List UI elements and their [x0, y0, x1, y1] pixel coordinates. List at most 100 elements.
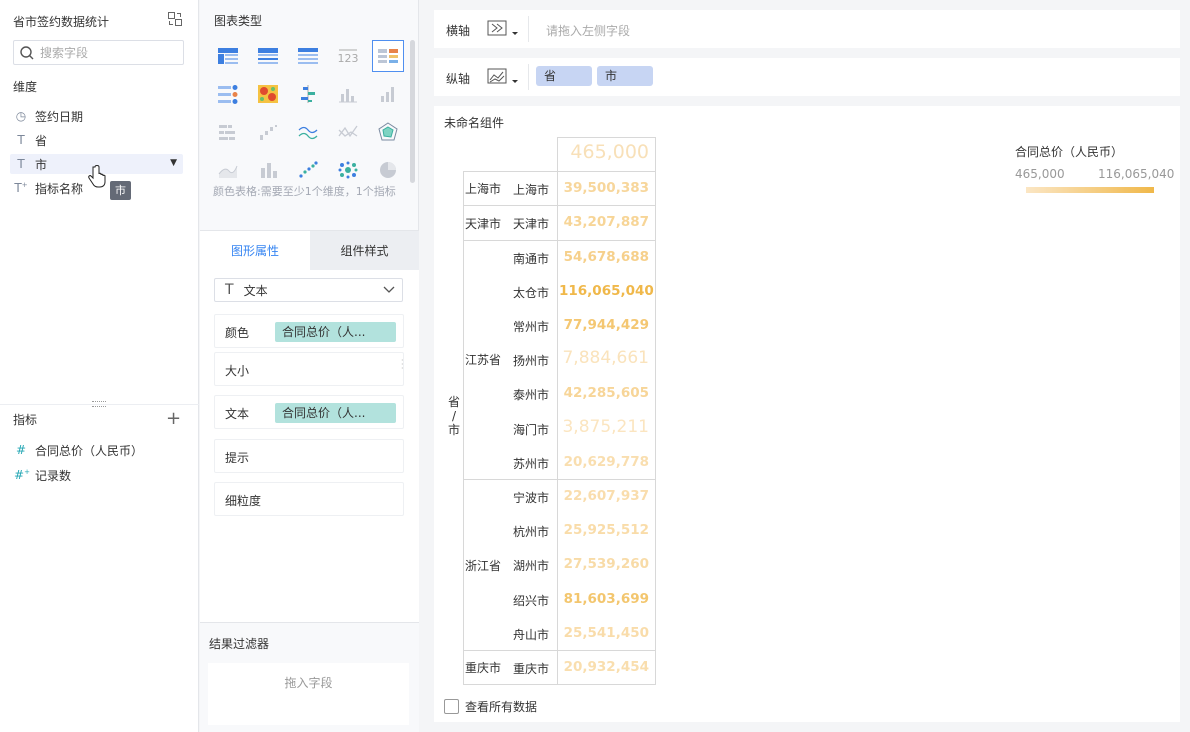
field-province[interactable]: T 省: [10, 130, 183, 150]
table-bottom-border: [463, 684, 655, 686]
prop-granularity[interactable]: 细粒度: [214, 482, 404, 516]
table-value-cell[interactable]: 25,925,512: [559, 522, 649, 538]
text-type-icon: T: [17, 133, 25, 147]
city-label[interactable]: 湖州市: [513, 557, 549, 574]
table-value-cell[interactable]: 43,207,887: [559, 214, 649, 230]
prop-text[interactable]: 文本 合同总价（人...: [214, 395, 404, 429]
city-label[interactable]: 舟山市: [513, 626, 549, 643]
city-label[interactable]: 宁波市: [513, 489, 549, 506]
x-axis-shelf[interactable]: 横轴 请拖入左侧字段: [434, 10, 1180, 48]
waterfall-icon: [260, 125, 277, 140]
prop-size[interactable]: 大小: [214, 352, 404, 386]
hash-icon: #: [15, 443, 27, 457]
x-axis-placeholder: 请拖入左侧字段: [546, 24, 631, 38]
dropdown-caret-icon[interactable]: ▼: [170, 158, 177, 168]
search-input[interactable]: [40, 44, 180, 62]
chart-type-area[interactable]: [212, 154, 244, 186]
chart-type-color-table[interactable]: [372, 40, 404, 72]
field-record-count[interactable]: #+ 记录数: [10, 465, 183, 485]
view-all-data[interactable]: 查看所有数据: [444, 698, 537, 715]
table-value-separator: [557, 137, 558, 686]
chart-type-cross-table[interactable]: [252, 40, 284, 72]
mark-type-value: 文本: [243, 283, 268, 298]
field-contract-price[interactable]: # 合同总价（人民币）: [10, 440, 183, 460]
dimension-section-label: 维度: [13, 80, 38, 94]
city-label[interactable]: 扬州市: [513, 352, 549, 369]
x-axis-sort-icon[interactable]: [486, 19, 522, 39]
chart-type-heatmap[interactable]: [252, 78, 284, 110]
chart-type-multi-line[interactable]: [332, 116, 364, 148]
prop-color[interactable]: 颜色 合同总价（人...: [214, 314, 404, 348]
table-value-cell[interactable]: 25,541,450: [559, 625, 649, 641]
field-label: 记录数: [35, 468, 72, 483]
resize-handle[interactable]: [92, 401, 106, 407]
cross-table-icon: [258, 48, 278, 64]
chart-type-grouped-bar[interactable]: [372, 78, 404, 110]
table-value-cell[interactable]: 77,944,429: [559, 317, 649, 333]
city-label[interactable]: 泰州市: [513, 386, 549, 403]
city-label[interactable]: 常州市: [513, 318, 549, 335]
chart-type-stacked-column[interactable]: [252, 154, 284, 186]
bar-chart-icon: [339, 89, 357, 103]
y-axis-shelf[interactable]: 纵轴 省 市: [434, 58, 1180, 96]
chart-type-group-table[interactable]: [212, 40, 244, 72]
text-field-chip[interactable]: 合同总价（人...: [275, 403, 396, 423]
city-label[interactable]: 海门市: [513, 421, 549, 438]
chart-type-detail-table[interactable]: [292, 40, 324, 72]
table-value-cell[interactable]: 54,678,688: [559, 249, 649, 265]
province-label[interactable]: 重庆市: [465, 659, 501, 676]
chart-type-bar[interactable]: [332, 78, 364, 110]
table-value-cell[interactable]: 20,932,454: [559, 659, 649, 675]
table-value-cell[interactable]: 27,539,260: [559, 556, 649, 572]
y-axis-label: 纵轴: [446, 72, 471, 86]
chart-type-bubble[interactable]: [332, 154, 364, 186]
y-axis-chip-province[interactable]: 省: [536, 66, 592, 86]
search-box[interactable]: [13, 40, 184, 65]
table-value-cell[interactable]: 3,875,211: [559, 417, 649, 437]
chart-type-line[interactable]: [292, 116, 324, 148]
y-axis-chip-city[interactable]: 市: [597, 66, 653, 86]
color-field-chip[interactable]: 合同总价（人...: [275, 322, 396, 342]
province-label[interactable]: 浙江省: [465, 557, 501, 574]
add-measure-icon[interactable]: +: [166, 410, 181, 428]
table-value-cell[interactable]: 81,603,699: [559, 591, 649, 607]
switch-dataset-icon[interactable]: [167, 11, 183, 27]
table-value-cell[interactable]: 7,884,661: [559, 348, 649, 368]
chart-type-radar[interactable]: [372, 116, 404, 148]
city-label[interactable]: 太仓市: [513, 284, 549, 301]
view-all-checkbox[interactable]: [444, 699, 459, 714]
city-label[interactable]: 天津市: [513, 215, 549, 232]
chart-type-scatter[interactable]: [292, 154, 324, 186]
city-label[interactable]: 重庆市: [513, 660, 549, 677]
city-label[interactable]: 绍兴市: [513, 592, 549, 609]
chart-type-scrollbar[interactable]: [410, 40, 415, 183]
table-value-cell[interactable]: 116,065,040: [559, 283, 654, 299]
chart-type-bubble-table[interactable]: [212, 78, 244, 110]
tab-graphic-properties[interactable]: 图形属性: [200, 231, 310, 271]
prop-tooltip[interactable]: 提示: [214, 439, 404, 473]
field-sign-date[interactable]: ◷ 签约日期: [10, 106, 183, 126]
y-axis-sort-icon[interactable]: [486, 67, 522, 87]
panel-resize-handle[interactable]: · · ·: [401, 357, 405, 373]
search-icon: [20, 46, 34, 60]
filter-dropzone[interactable]: 拖入字段: [208, 663, 409, 725]
chart-type-scatter-group[interactable]: [292, 78, 324, 110]
city-label[interactable]: 南通市: [513, 250, 549, 267]
province-label[interactable]: 上海市: [465, 180, 501, 197]
chart-type-pie[interactable]: [372, 154, 404, 186]
table-value-cell[interactable]: 22,607,937: [559, 488, 649, 504]
province-label[interactable]: 江苏省: [465, 351, 501, 368]
province-label[interactable]: 天津市: [465, 215, 501, 232]
city-label[interactable]: 苏州市: [513, 455, 549, 472]
city-label[interactable]: 上海市: [513, 181, 549, 198]
chart-type-waterfall[interactable]: [252, 116, 284, 148]
chart-type-stacked-bar[interactable]: [212, 116, 244, 148]
grouped-bar-icon: [381, 87, 394, 102]
table-value-cell[interactable]: 39,500,383: [559, 180, 649, 196]
table-value-cell[interactable]: 20,629,778: [559, 454, 649, 470]
chart-type-kpi[interactable]: 123: [332, 40, 364, 72]
city-label[interactable]: 杭州市: [513, 523, 549, 540]
tab-component-style[interactable]: 组件样式: [310, 231, 419, 271]
table-value-cell[interactable]: 42,285,605: [559, 385, 649, 401]
mark-type-select[interactable]: T 文本: [214, 278, 403, 302]
